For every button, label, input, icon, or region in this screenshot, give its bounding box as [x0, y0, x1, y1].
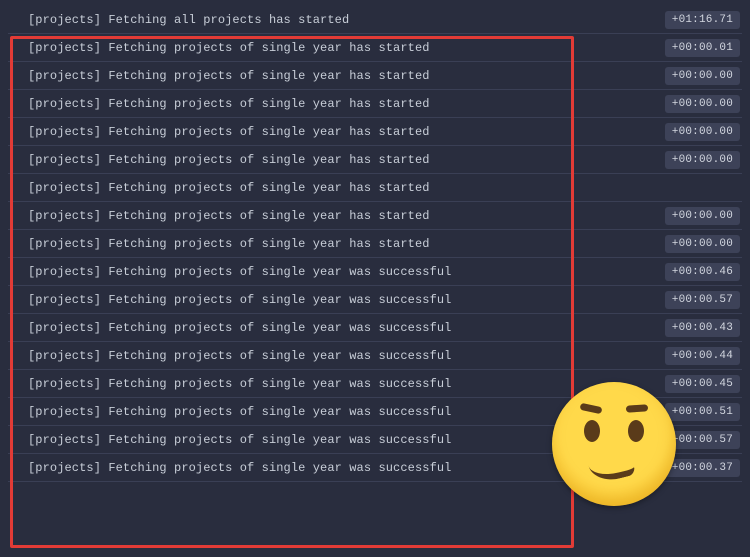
time-badge: +00:00.00 [665, 123, 740, 141]
time-badge: +00:00.51 [665, 403, 740, 421]
log-row[interactable]: [projects] Fetching projects of single y… [8, 314, 742, 342]
log-row[interactable]: [projects] Fetching projects of single y… [8, 118, 742, 146]
log-text: [projects] Fetching projects of single y… [8, 237, 430, 251]
time-badge: +00:00.00 [665, 151, 740, 169]
log-row[interactable]: [projects] Fetching projects of single y… [8, 286, 742, 314]
log-row[interactable]: [projects] Fetching projects of single y… [8, 230, 742, 258]
time-badge: +00:00.43 [665, 319, 740, 337]
log-text: [projects] Fetching projects of single y… [8, 153, 430, 167]
log-text: [projects] Fetching projects of single y… [8, 69, 430, 83]
log-text: [projects] Fetching projects of single y… [8, 377, 451, 391]
log-row[interactable]: [projects] Fetching projects of single y… [8, 202, 742, 230]
log-text: [projects] Fetching projects of single y… [8, 461, 451, 475]
time-badge: +00:00.00 [665, 95, 740, 113]
emoji-face [552, 382, 676, 506]
time-badge: +01:16.71 [665, 11, 740, 29]
time-badge: +00:00.57 [665, 291, 740, 309]
time-badge: +00:00.00 [665, 67, 740, 85]
time-badge: +00:00.00 [665, 235, 740, 253]
emoji-mouth [588, 453, 636, 485]
log-text: [projects] Fetching projects of single y… [8, 321, 451, 335]
log-row[interactable]: [projects] Fetching projects of single y… [8, 146, 742, 174]
log-text: [projects] Fetching projects of single y… [8, 125, 430, 139]
log-text: [projects] Fetching projects of single y… [8, 97, 430, 111]
log-text: [projects] Fetching projects of single y… [8, 433, 451, 447]
log-text: [projects] Fetching projects of single y… [8, 405, 451, 419]
log-text: [projects] Fetching projects of single y… [8, 293, 451, 307]
time-badge: +00:00.00 [665, 207, 740, 225]
log-text: [projects] Fetching projects of single y… [8, 209, 430, 223]
emoji-brow-left [580, 403, 603, 414]
time-badge: +00:00.37 [665, 459, 740, 477]
emoji-eye-right [628, 420, 644, 442]
log-text: [projects] Fetching projects of single y… [8, 349, 451, 363]
emoji-eye-left [584, 420, 600, 442]
log-text: [projects] Fetching projects of single y… [8, 41, 430, 55]
time-badge: +00:00.01 [665, 39, 740, 57]
log-row[interactable]: [projects] Fetching projects of single y… [8, 174, 742, 202]
time-badge: +00:00.46 [665, 263, 740, 281]
log-row[interactable]: [projects] Fetching projects of single y… [8, 90, 742, 118]
log-row[interactable]: [projects] Fetching projects of single y… [8, 258, 742, 286]
log-row[interactable]: [projects] Fetching projects of single y… [8, 342, 742, 370]
log-text: [projects] Fetching all projects has sta… [8, 13, 349, 27]
log-text: [projects] Fetching projects of single y… [8, 265, 451, 279]
log-row[interactable]: [projects] Fetching projects of single y… [8, 62, 742, 90]
confused-face-icon [552, 382, 676, 506]
time-badge: +00:00.44 [665, 347, 740, 365]
log-text: [projects] Fetching projects of single y… [8, 181, 430, 195]
emoji-brow-right [626, 404, 648, 413]
log-row[interactable]: [projects] Fetching all projects has sta… [8, 6, 742, 34]
log-panel: [projects] Fetching all projects has sta… [0, 0, 750, 557]
time-badge: +00:00.57 [665, 431, 740, 449]
log-row[interactable]: [projects] Fetching projects of single y… [8, 34, 742, 62]
time-badge: +00:00.45 [665, 375, 740, 393]
